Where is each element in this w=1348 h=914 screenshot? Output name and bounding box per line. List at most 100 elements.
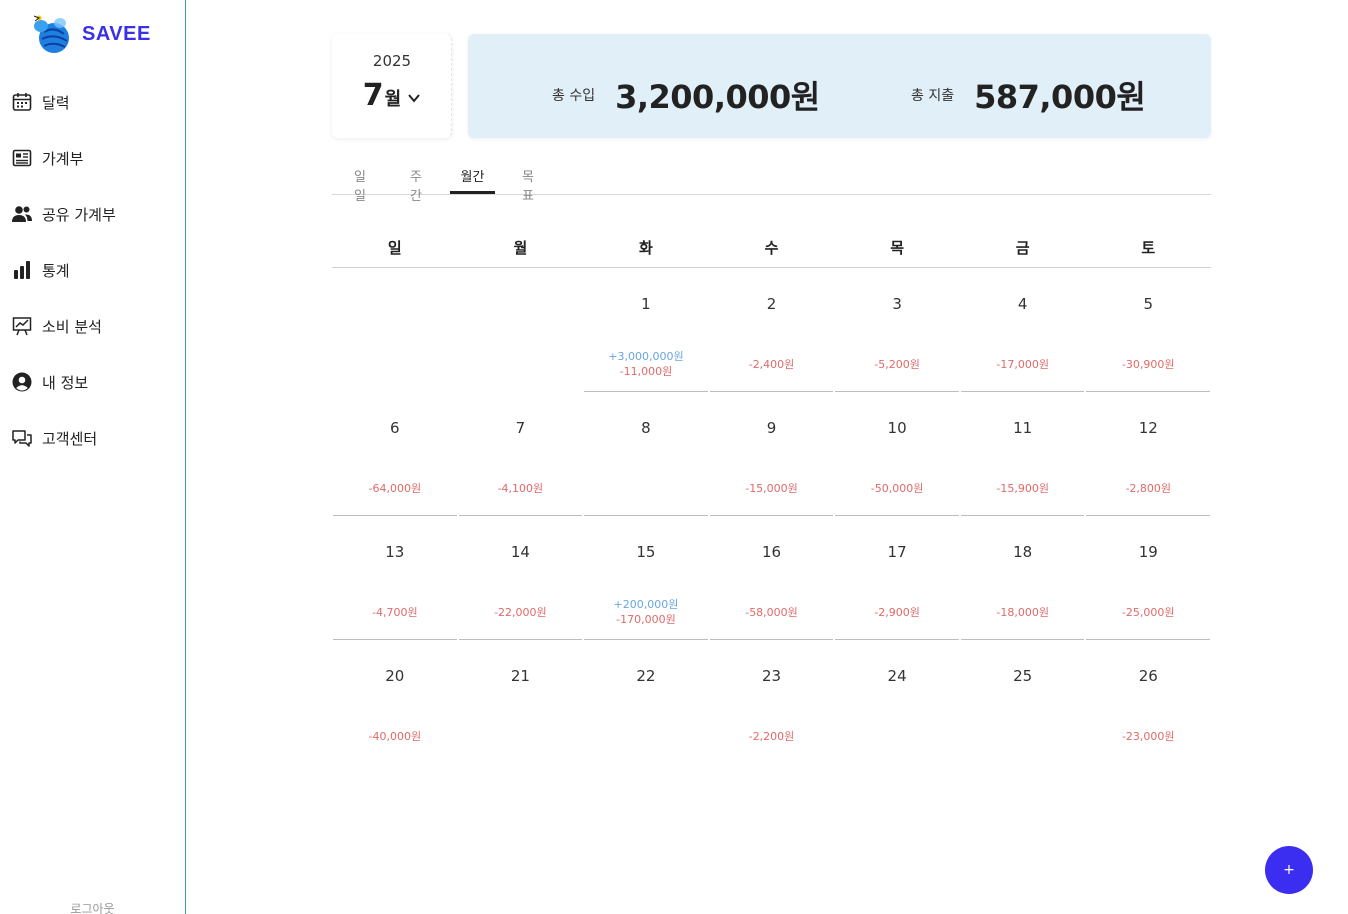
day-amounts: +200,000원 -170,000원 bbox=[583, 597, 709, 627]
day-amounts: -22,000원 bbox=[458, 605, 584, 620]
income-label: 총 수입 bbox=[552, 88, 596, 104]
day-number: 19 bbox=[1138, 543, 1158, 561]
sidebar-item-support[interactable]: 고객센터 bbox=[0, 424, 185, 452]
day-amounts: -30,900원 bbox=[1085, 357, 1211, 372]
calendar-day[interactable]: 24 bbox=[834, 640, 960, 764]
month-dropdown[interactable]: 7 월 bbox=[332, 78, 452, 113]
logout-button[interactable]: 로그아웃 bbox=[0, 900, 185, 914]
day-amounts: -2,800원 bbox=[1085, 481, 1211, 496]
expense-amount: -58,000원 bbox=[745, 606, 798, 619]
tab-daily[interactable]: 일일 bbox=[345, 166, 375, 204]
income-summary: 총 수입 3,200,000원 bbox=[552, 72, 820, 118]
calendar-day[interactable]: 18 -18,000원 bbox=[960, 516, 1086, 640]
day-amounts: -15,900원 bbox=[960, 481, 1086, 496]
calendar-day[interactable]: 20 -40,000원 bbox=[332, 640, 458, 764]
day-number: 1 bbox=[641, 295, 651, 313]
calendar-day[interactable]: 22 bbox=[583, 640, 709, 764]
calendar-day[interactable]: 15 +200,000원 -170,000원 bbox=[583, 516, 709, 640]
month-selector[interactable]: 2025 7 월 bbox=[332, 34, 452, 138]
day-number: 16 bbox=[761, 543, 782, 561]
day-number: 2 bbox=[766, 295, 777, 313]
sidebar-item-label: 소비 분석 bbox=[42, 317, 102, 336]
day-number: 17 bbox=[887, 543, 907, 561]
calendar-day[interactable]: 2 -2,400원 bbox=[709, 268, 835, 392]
sidebar: SAVEE 달력 가계부 공유 가계부 통계 소비 분석 내 정보 고객센터 로… bbox=[0, 0, 186, 914]
day-amounts: -40,000원 bbox=[332, 729, 458, 744]
chevron-down-icon[interactable] bbox=[407, 90, 421, 104]
weekday-label: 월 bbox=[513, 239, 528, 257]
sidebar-item-stats[interactable]: 통계 bbox=[0, 256, 185, 284]
calendar-day[interactable]: 13 -4,700원 bbox=[332, 516, 458, 640]
sidebar-item-label: 가계부 bbox=[42, 149, 84, 168]
day-number: 20 bbox=[385, 667, 405, 685]
calendar-day[interactable]: 10 -50,000원 bbox=[834, 392, 960, 516]
calendar-day[interactable]: 12 -2,800원 bbox=[1085, 392, 1211, 516]
day-amounts: -50,000원 bbox=[834, 481, 960, 496]
calendar-day[interactable]: 14 -22,000원 bbox=[458, 516, 584, 640]
calendar-day[interactable]: 19 -25,000원 bbox=[1085, 516, 1211, 640]
calendar-empty-cell bbox=[332, 268, 458, 392]
calendar-day[interactable]: 17 -2,900원 bbox=[834, 516, 960, 640]
weekday-label: 일 bbox=[387, 239, 402, 257]
expense-amount: -23,000원 bbox=[1121, 730, 1175, 743]
day-number: 18 bbox=[1013, 543, 1033, 561]
expense-amount: -170,000원 bbox=[616, 613, 676, 626]
weekday-label: 목 bbox=[890, 239, 904, 257]
sidebar-item-ledger[interactable]: 가계부 bbox=[0, 144, 185, 172]
expense-value: 587,000원 bbox=[974, 78, 1146, 116]
sidebar-item-spending-analysis[interactable]: 소비 분석 bbox=[0, 312, 185, 340]
calendar-day[interactable]: 6 -64,000원 bbox=[332, 392, 458, 516]
day-amounts: -5,200원 bbox=[834, 357, 960, 372]
add-transaction-button[interactable]: + bbox=[1265, 846, 1313, 894]
calendar-day[interactable]: 16 -58,000원 bbox=[709, 516, 835, 640]
calendar-day[interactable]: 8 bbox=[583, 392, 709, 516]
expense-amount: -2,200원 bbox=[748, 730, 795, 743]
calendar-day[interactable]: 25 bbox=[960, 640, 1086, 764]
expense-amount: -15,900원 bbox=[996, 482, 1049, 495]
calendar-day[interactable]: 5 -30,900원 bbox=[1085, 268, 1211, 392]
income-amount: +3,000,000원 bbox=[608, 350, 684, 363]
day-amounts: -4,100원 bbox=[458, 481, 584, 496]
day-amounts: -2,200원 bbox=[709, 729, 835, 744]
calendar-day[interactable]: 1 +3,000,000원 -11,000원 bbox=[583, 268, 709, 392]
calendar-day[interactable]: 11 -15,900원 bbox=[960, 392, 1086, 516]
expense-amount: -18,000원 bbox=[996, 606, 1049, 619]
weekday-header: 일월화수목금토 bbox=[332, 225, 1211, 268]
day-amounts: -58,000원 bbox=[709, 605, 835, 620]
day-number: 9 bbox=[766, 419, 777, 437]
calendar-day[interactable]: 9 -15,000원 bbox=[709, 392, 835, 516]
tab-monthly[interactable]: 월간 bbox=[450, 166, 495, 194]
weekday-label: 금 bbox=[1015, 239, 1030, 257]
calendar-day[interactable]: 3 -5,200원 bbox=[834, 268, 960, 392]
calendar-day[interactable]: 21 bbox=[458, 640, 584, 764]
calendar-day[interactable]: 7 -4,100원 bbox=[458, 392, 584, 516]
calendar-day[interactable]: 26 -23,000원 bbox=[1085, 640, 1211, 764]
sidebar-item-shared-ledger[interactable]: 공유 가계부 bbox=[0, 200, 185, 228]
month-unit: 월 bbox=[384, 89, 402, 110]
day-number: 14 bbox=[510, 543, 530, 561]
expense-amount: -4,700원 bbox=[371, 606, 418, 619]
calendar-day[interactable]: 4 -17,000원 bbox=[960, 268, 1086, 392]
tab-weekly[interactable]: 주간 bbox=[401, 166, 431, 204]
expense-label: 총 지출 bbox=[911, 88, 955, 104]
month-number: 7 bbox=[362, 78, 384, 113]
day-number: 15 bbox=[636, 543, 656, 561]
day-number: 10 bbox=[887, 419, 907, 437]
tab-goal[interactable]: 목표 bbox=[513, 166, 543, 204]
expense-amount: -5,200원 bbox=[874, 358, 920, 371]
expense-amount: -2,800원 bbox=[1125, 482, 1172, 495]
day-amounts: -25,000원 bbox=[1085, 605, 1211, 620]
logo[interactable]: SAVEE bbox=[30, 12, 151, 56]
sidebar-item-my-info[interactable]: 내 정보 bbox=[0, 368, 185, 396]
day-number: 25 bbox=[1013, 667, 1033, 685]
day-number: 4 bbox=[1017, 295, 1028, 313]
sidebar-item-calendar[interactable]: 달력 bbox=[0, 88, 185, 116]
trend-chart-icon bbox=[11, 315, 33, 337]
day-number: 5 bbox=[1143, 295, 1154, 313]
calendar-day[interactable]: 23 -2,200원 bbox=[709, 640, 835, 764]
calendar-week: 20 -40,000원 21 22 23 -2,200원 24 25 26 -23,000원 bbox=[332, 640, 1211, 764]
day-amounts: +3,000,000원 -11,000원 bbox=[583, 349, 709, 379]
calendar-icon bbox=[11, 91, 33, 113]
sidebar-item-label: 내 정보 bbox=[42, 373, 89, 392]
brand-name: SAVEE bbox=[82, 22, 151, 45]
